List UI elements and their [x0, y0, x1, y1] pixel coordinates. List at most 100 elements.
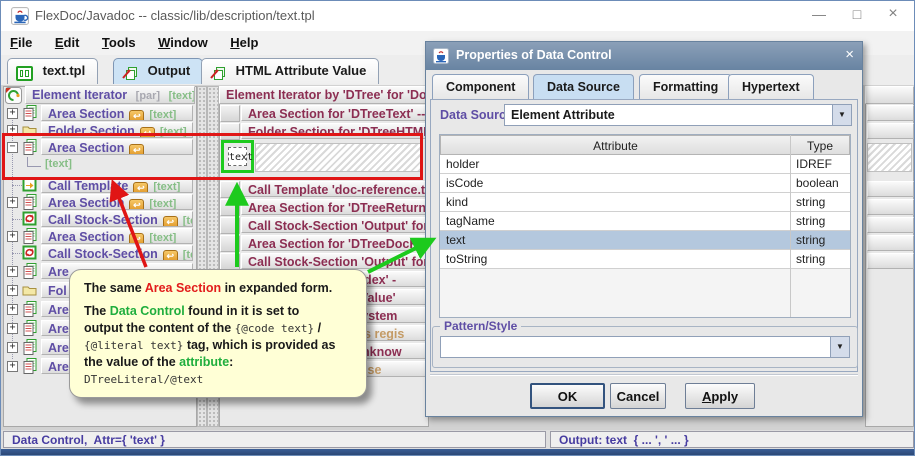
- output-header[interactable]: Element Iterator by 'DTree' for 'Do: [219, 86, 429, 104]
- title-bar: FlexDoc/Javadoc -- classic/lib/descripti…: [1, 1, 914, 32]
- row-handle[interactable]: [220, 181, 240, 198]
- output-row[interactable]: Call Stock-Section 'Output' for ': [241, 253, 429, 269]
- row-handle[interactable]: [220, 217, 240, 234]
- text-tag: [text]: [153, 181, 180, 193]
- table-row[interactable]: isCodeboolean: [440, 174, 850, 193]
- expander-icon[interactable]: +: [7, 361, 18, 372]
- cancel-button[interactable]: Cancel: [610, 383, 666, 409]
- menu-window[interactable]: Window: [149, 31, 217, 50]
- area-section-icon: [22, 301, 38, 317]
- repeat-badge-icon: ↩: [163, 216, 178, 227]
- expander-icon[interactable]: +: [7, 304, 18, 315]
- tree-header[interactable]: Element Iterator [par] [text]: [25, 86, 195, 104]
- repeat-badge-icon: ↩: [129, 110, 144, 121]
- output-row-label: Call Stock-Section 'Output' for ': [248, 219, 429, 233]
- output-row[interactable]: Area Section for 'DTreeDocRo: [241, 235, 429, 251]
- folder-icon: [22, 283, 38, 297]
- tab-label: Output: [148, 63, 191, 78]
- row-handle[interactable]: [220, 199, 240, 216]
- row-handle[interactable]: [220, 235, 240, 252]
- tab-html-attribute-value[interactable]: HTML Attribute Value: [201, 58, 379, 84]
- attribute-hatch-area: [867, 143, 912, 172]
- minimize-button[interactable]: —: [804, 6, 834, 22]
- row-handle[interactable]: [220, 105, 240, 122]
- repeat-badge-icon: ↩: [129, 199, 144, 210]
- output-row-label: Area Section for 'DTreeReturn': [248, 201, 429, 215]
- par-tag: [par]: [136, 90, 160, 102]
- call-stock-section-icon: [22, 245, 37, 260]
- dialog-tab-hypertext[interactable]: Hypertext: [728, 74, 814, 100]
- table-row-selected[interactable]: textstring: [440, 231, 850, 250]
- apply-button[interactable]: Apply: [685, 383, 755, 409]
- output-row-label: Call Stock-Section 'Output' for ': [248, 255, 429, 269]
- callout-green-term: Data Control: [110, 304, 185, 318]
- data-source-combobox[interactable]: Element Attribute ▼: [504, 104, 852, 126]
- expander-icon[interactable]: +: [7, 266, 18, 277]
- text-tag: [text]: [149, 109, 176, 121]
- expander-icon[interactable]: +: [7, 108, 18, 119]
- chevron-down-icon[interactable]: ▼: [832, 105, 851, 125]
- tree-row-label: Are: [48, 303, 69, 317]
- tree-row-label: Fol: [48, 284, 67, 298]
- selected-data-control[interactable]: text: [221, 140, 254, 173]
- table-row[interactable]: toStringstring: [440, 250, 850, 269]
- dialog-close-icon[interactable]: ×: [845, 46, 854, 63]
- tree-row[interactable]: Call Stock-Section↩[text]: [41, 211, 193, 227]
- close-button[interactable]: ×: [878, 5, 908, 23]
- tree-row[interactable]: Call Stock-Section↩[text]: [41, 245, 193, 261]
- output-row[interactable]: Call Stock-Section 'Output' for ': [241, 217, 429, 233]
- output-row[interactable]: Area Section for 'DTreeReturn': [241, 199, 429, 215]
- data-control-text-box[interactable]: text: [228, 147, 247, 166]
- tree-row[interactable]: Area Section↩[text]: [41, 228, 193, 244]
- menu-help[interactable]: Help: [221, 31, 267, 50]
- output-row[interactable]: Area Section for 'DTreeText' --: [241, 105, 429, 121]
- callout-line1: The same Area Section in expanded form.: [84, 280, 354, 297]
- tree-line: [12, 219, 22, 221]
- text-tag: [text]: [149, 198, 176, 210]
- table-row[interactable]: tagNamestring: [440, 212, 850, 231]
- properties-dialog: Properties of Data Control × Component D…: [425, 41, 863, 417]
- column-divider: [790, 135, 791, 317]
- maximize-button[interactable]: □: [842, 6, 872, 22]
- area-section-icon: [22, 105, 38, 121]
- expander-icon[interactable]: +: [7, 197, 18, 208]
- callout-line2: The Data Control found in it is set to: [84, 303, 354, 320]
- ok-button[interactable]: OK: [530, 383, 605, 409]
- area-section-icon: [22, 320, 38, 336]
- attribute-panel-row: [867, 253, 914, 269]
- tree-line: [12, 253, 22, 255]
- callout-code: {@code text}: [235, 322, 314, 335]
- callout-line6: DTreeLiteral/@text: [84, 371, 354, 388]
- tree-row[interactable]: Area Section↩[text]: [41, 194, 193, 210]
- dialog-tab-formatting[interactable]: Formatting: [639, 74, 732, 100]
- table-row[interactable]: kindstring: [440, 193, 850, 212]
- callout-red-term: Area Section: [145, 281, 221, 295]
- dialog-tab-data-source[interactable]: Data Source: [533, 74, 634, 100]
- window-title: FlexDoc/Javadoc -- classic/lib/descripti…: [35, 8, 315, 23]
- column-header-attribute[interactable]: Attribute: [440, 135, 791, 155]
- pattern-style-combobox[interactable]: ▼: [440, 336, 850, 358]
- tree-header-title: Element Iterator: [32, 88, 127, 102]
- menu-file[interactable]: File: [1, 31, 41, 50]
- dialog-title-bar: Properties of Data Control ×: [426, 42, 862, 70]
- expander-icon[interactable]: +: [7, 342, 18, 353]
- column-header-type[interactable]: Type: [790, 135, 850, 155]
- expander-icon[interactable]: +: [7, 323, 18, 334]
- tab-output[interactable]: Output: [113, 58, 203, 84]
- expander-icon[interactable]: +: [7, 285, 18, 296]
- attribute-panel-row: [867, 199, 914, 215]
- row-handle[interactable]: [220, 253, 240, 270]
- tree-row[interactable]: Area Section↩[text]: [41, 105, 193, 121]
- menu-edit[interactable]: Edit: [46, 31, 89, 50]
- attribute-panel-header: [865, 86, 914, 104]
- tab-text-tpl[interactable]: text.tpl: [7, 58, 98, 84]
- attribute-table: Attribute Type holderIDREF isCodeboolean…: [439, 134, 851, 318]
- table-row[interactable]: holderIDREF: [440, 155, 850, 174]
- element-iterator-icon: [5, 87, 22, 104]
- status-left: Data Control, Attr={ 'text' }: [3, 431, 546, 448]
- chevron-down-icon[interactable]: ▼: [830, 337, 849, 357]
- menu-tools[interactable]: Tools: [93, 31, 145, 50]
- dialog-tab-component[interactable]: Component: [432, 74, 529, 100]
- output-row[interactable]: Call Template 'doc-reference.tp: [241, 181, 429, 197]
- expander-icon[interactable]: +: [7, 231, 18, 242]
